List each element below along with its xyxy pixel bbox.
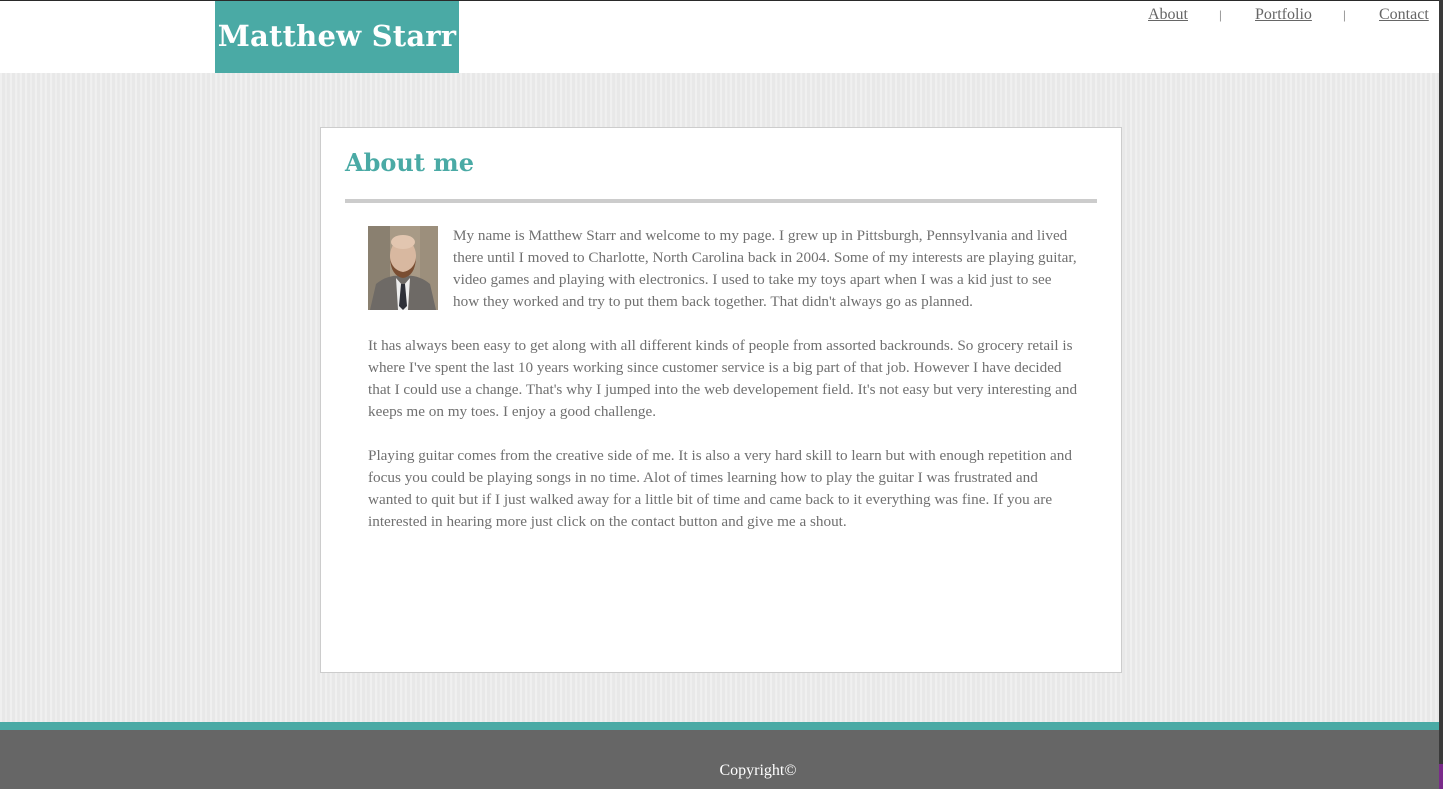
site-footer: Copyright©: [0, 730, 1439, 789]
nav-link-portfolio[interactable]: Portfolio: [1255, 6, 1312, 24]
paragraph-intro: My name is Matthew Starr and welcome to …: [368, 225, 1078, 313]
window-edge: [1439, 0, 1443, 789]
profile-photo: [368, 226, 438, 310]
title-divider: [345, 199, 1097, 203]
paragraph-career: It has always been easy to get along wit…: [368, 337, 1078, 420]
site-header: Matthew Starr About | Portfolio | Contac…: [0, 1, 1439, 73]
site-logo[interactable]: Matthew Starr: [215, 1, 459, 73]
about-text: My name is Matthew Starr and welcome to …: [368, 225, 1078, 555]
paragraph-text: My name is Matthew Starr and welcome to …: [453, 227, 1077, 310]
nav-separator: |: [1219, 7, 1222, 22]
about-content-box: About me My name is Matthew Starr and we…: [320, 127, 1122, 673]
nav-link-about[interactable]: About: [1148, 6, 1188, 24]
nav-separator: |: [1343, 7, 1346, 22]
paragraph-guitar: Playing guitar comes from the creative s…: [368, 447, 1072, 530]
window-edge-accent: [1439, 764, 1443, 789]
nav-link-contact[interactable]: Contact: [1379, 6, 1429, 24]
copyright-text: Copyright©: [719, 762, 797, 779]
page-title: About me: [345, 148, 474, 177]
footer-accent-bar: [0, 722, 1439, 730]
